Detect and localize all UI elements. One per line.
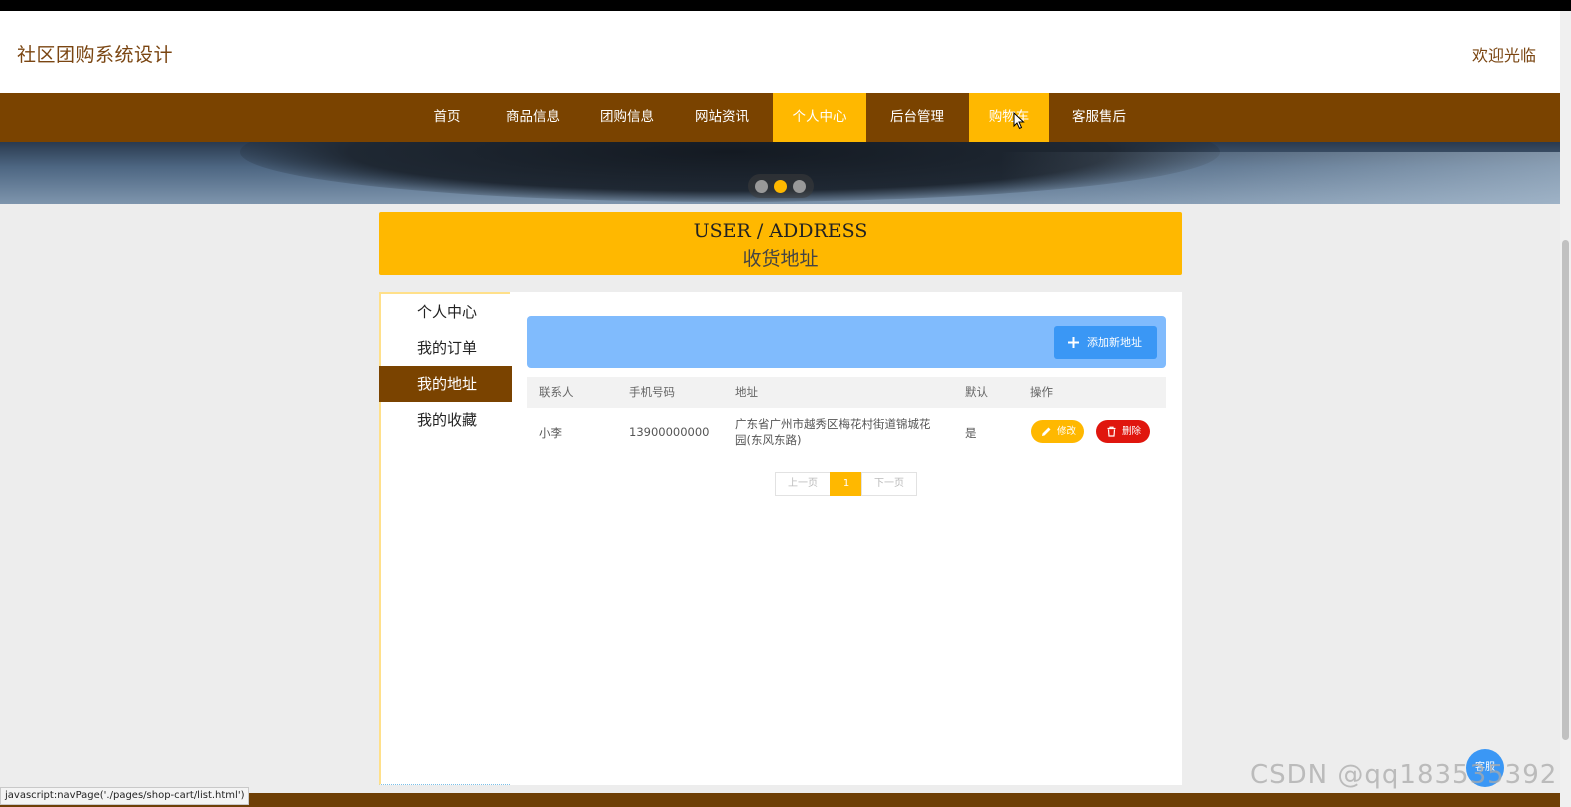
sidebar-item-favorites[interactable]: 我的收藏 <box>381 402 512 438</box>
nav-item-news[interactable]: 网站资讯 <box>683 93 761 142</box>
pagination-prev[interactable]: 上一页 <box>775 472 831 496</box>
cell-contact: 小李 <box>539 426 562 440</box>
col-contact: 联系人 <box>539 385 574 399</box>
delete-address-button[interactable]: 删除 <box>1096 420 1150 443</box>
cell-default: 是 <box>965 426 977 440</box>
section-title-band: USER / ADDRESS 收货地址 <box>379 212 1182 275</box>
top-black-bar <box>0 0 1571 11</box>
add-address-label: 添加新地址 <box>1087 336 1142 349</box>
col-default: 默认 <box>965 385 988 399</box>
scrollbar-thumb[interactable] <box>1562 240 1569 740</box>
nav-item-cart[interactable]: 购物车 <box>969 93 1049 142</box>
nav-item-home[interactable]: 首页 <box>414 93 480 142</box>
carousel-indicators <box>748 174 814 198</box>
main-nav: 首页 商品信息 团购信息 网站资讯 个人中心 后台管理 购物车 客服售后 <box>0 93 1560 142</box>
nav-item-group-buy[interactable]: 团购信息 <box>588 93 666 142</box>
nav-item-service[interactable]: 客服售后 <box>1060 93 1138 142</box>
edit-label: 修改 <box>1057 426 1077 437</box>
edit-address-button[interactable]: 修改 <box>1031 420 1084 443</box>
site-title: 社区团购系统设计 <box>17 44 174 66</box>
section-title-en: USER / ADDRESS <box>693 220 868 242</box>
carousel-dot-2[interactable] <box>774 180 787 193</box>
welcome-text: 欢迎光临 <box>1471 46 1536 65</box>
pagination-page-1[interactable]: 1 <box>830 472 862 496</box>
cell-address: 广东省广州市越秀区梅花村街道锦城花园(东风东路) <box>735 417 931 447</box>
browser-status-url: javascript:navPage('./pages/shop-cart/li… <box>0 787 250 805</box>
address-table-header: 联系人 手机号码 地址 默认 操作 <box>527 377 1166 408</box>
watermark: CSDN @qq183535392 <box>1250 760 1558 790</box>
site-header: 社区团购系统设计 欢迎光临 <box>0 11 1560 93</box>
plus-icon <box>1068 337 1079 348</box>
sidebar-item-address[interactable]: 我的地址 <box>379 366 512 402</box>
sidebar-item-user-center[interactable]: 个人中心 <box>381 294 512 330</box>
nav-item-user-center[interactable]: 个人中心 <box>773 93 866 142</box>
nav-item-admin[interactable]: 后台管理 <box>878 93 956 142</box>
banner-sky-glow <box>1000 152 1560 204</box>
carousel-dot-3[interactable] <box>793 180 806 193</box>
col-phone: 手机号码 <box>629 385 675 399</box>
col-address: 地址 <box>735 385 758 399</box>
add-address-button[interactable]: 添加新地址 <box>1054 326 1157 359</box>
address-toolbar: 添加新地址 <box>527 316 1166 368</box>
col-actions: 操作 <box>1030 385 1053 399</box>
pencil-icon <box>1042 427 1051 436</box>
pagination-next[interactable]: 下一页 <box>861 472 917 496</box>
sidebar-item-orders[interactable]: 我的订单 <box>381 330 512 366</box>
trash-icon <box>1107 426 1116 437</box>
delete-label: 删除 <box>1122 426 1142 437</box>
carousel-dot-1[interactable] <box>755 180 768 193</box>
cell-phone: 13900000000 <box>629 425 710 439</box>
table-row: 小李 13900000000 广东省广州市越秀区梅花村街道锦城花园(东风东路) … <box>527 408 1166 456</box>
nav-item-products[interactable]: 商品信息 <box>494 93 572 142</box>
section-title-cn: 收货地址 <box>742 248 819 270</box>
user-sidebar: 个人中心 我的订单 我的地址 我的收藏 <box>379 292 512 785</box>
mouse-cursor-icon <box>1013 112 1025 130</box>
